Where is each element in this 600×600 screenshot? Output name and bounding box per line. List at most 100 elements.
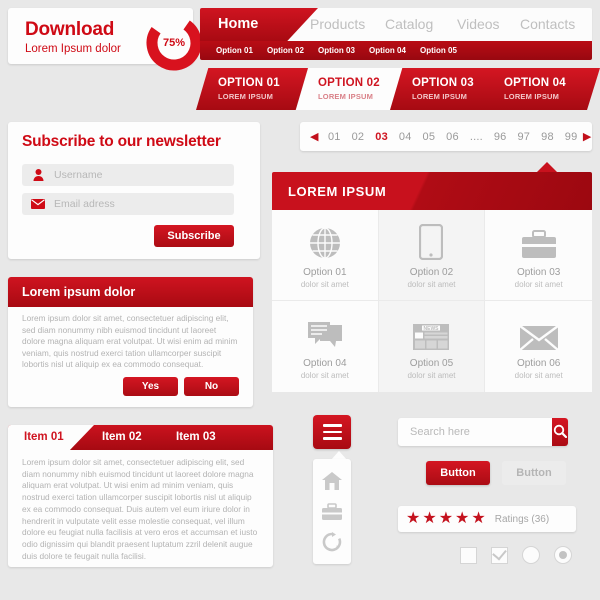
- ribbon-segment-option-02[interactable]: OPTION 02 LOREM IPSUM: [296, 68, 408, 110]
- nav-item-catalog[interactable]: Catalog: [385, 8, 433, 41]
- subnav-item-option-03[interactable]: Option 03: [318, 41, 355, 60]
- page-number-98[interactable]: 98: [541, 131, 554, 143]
- checkbox-unchecked[interactable]: [460, 546, 477, 564]
- briefcase-icon: [521, 222, 557, 260]
- feature-grid-card: LOREM IPSUM Option 01 dolor sit amet Opt…: [272, 162, 592, 400]
- nav-item-contacts[interactable]: Contacts: [520, 8, 575, 41]
- tab-body-text: Lorem ipsum dolor sit amet, consectetuer…: [22, 457, 258, 561]
- svg-text:NEWS: NEWS: [424, 326, 440, 332]
- grid-cell-option-01[interactable]: Option 01 dolor sit amet: [272, 210, 379, 301]
- ribbon-segment-option-04[interactable]: OPTION 04 LOREM IPSUM: [482, 68, 600, 110]
- radio-dot-icon: [559, 551, 567, 559]
- page-number-05[interactable]: 05: [423, 131, 436, 143]
- tab-item-01[interactable]: Item 01: [24, 425, 64, 450]
- star-icon[interactable]: ★: [406, 511, 420, 527]
- star-icon[interactable]: ★: [422, 511, 436, 527]
- grid-cell-option-04[interactable]: Option 04 dolor sit amet: [272, 301, 379, 392]
- subnav-item-option-02[interactable]: Option 02: [267, 41, 304, 60]
- nav-item-home[interactable]: Home: [218, 8, 258, 41]
- search-icon: [553, 424, 568, 441]
- newsletter-title: Subscribe to our newsletter: [22, 133, 221, 150]
- page-number-99[interactable]: 99: [565, 131, 578, 143]
- grid-cell-title: Option 03: [516, 266, 561, 278]
- grid-header: LOREM IPSUM: [272, 172, 592, 210]
- ribbon-title: OPTION 04: [504, 77, 566, 89]
- ribbon-title: OPTION 03: [412, 77, 474, 89]
- gauge-percent-label: 75%: [162, 37, 186, 49]
- subnav-item-option-04[interactable]: Option 04: [369, 41, 406, 60]
- user-icon: [22, 169, 54, 181]
- page-ellipsis: ....: [469, 130, 483, 143]
- grid-cell-subtitle: dolor sit amet: [514, 371, 563, 380]
- ribbon-segment-option-01[interactable]: OPTION 01 LOREM IPSUM: [196, 68, 308, 110]
- primary-button[interactable]: Button: [426, 461, 490, 485]
- grid-cell-subtitle: dolor sit amet: [407, 279, 456, 289]
- grid-cell-subtitle: dolor sit amet: [300, 371, 349, 380]
- briefcase-icon[interactable]: [321, 502, 343, 521]
- subscribe-button[interactable]: Subscribe: [154, 225, 234, 247]
- nav-item-products[interactable]: Products: [310, 8, 365, 41]
- page-number-96[interactable]: 96: [494, 131, 507, 143]
- grid-cell-option-03[interactable]: Option 03 dolor sit amet: [485, 210, 592, 301]
- tab-item-03[interactable]: Item 03: [176, 425, 216, 450]
- download-card: Download Lorem Ipsum dolor 75%: [8, 8, 202, 71]
- dialog-header: Lorem ipsum dolor: [8, 277, 253, 307]
- hamburger-menu-icon[interactable]: [313, 415, 351, 449]
- page-number-04[interactable]: 04: [399, 131, 412, 143]
- page-number-97[interactable]: 97: [517, 131, 530, 143]
- star-icon[interactable]: ★: [455, 511, 469, 527]
- icon-column: [313, 459, 351, 564]
- option-ribbon: OPTION 01 LOREM IPSUM OPTION 02 LOREM IP…: [196, 68, 600, 110]
- radio-unselected[interactable]: [522, 546, 540, 564]
- grid-cell-title: Option 04: [303, 358, 347, 369]
- search-button[interactable]: [552, 418, 568, 446]
- ratings-widget: ★ ★ ★ ★ ★ Ratings (36): [398, 506, 576, 532]
- nav-subbar: Option 01 Option 02 Option 03 Option 04 …: [200, 41, 592, 60]
- search-input[interactable]: [410, 426, 552, 438]
- refresh-icon[interactable]: [322, 532, 342, 552]
- star-icon[interactable]: ★: [439, 511, 453, 527]
- triangle-left-icon[interactable]: ◀: [310, 130, 318, 143]
- dialog-no-button[interactable]: No: [184, 377, 239, 396]
- dialog-body-text: Lorem ipsum dolor sit amet, consectetuer…: [22, 313, 238, 370]
- ribbon-title: OPTION 02: [318, 77, 380, 89]
- grid-cell-subtitle: dolor sit amet: [300, 279, 349, 289]
- page-number-02[interactable]: 02: [352, 131, 365, 143]
- username-placeholder: Username: [54, 169, 103, 181]
- username-field[interactable]: Username: [22, 164, 234, 186]
- page-number-01[interactable]: 01: [328, 131, 341, 143]
- grid-cell-option-02[interactable]: Option 02 dolor sit amet: [378, 210, 486, 301]
- grid-cell-option-05[interactable]: NEWS Option 05 dolor sit amet: [378, 301, 486, 392]
- ribbon-subtitle: LOREM IPSUM: [504, 92, 560, 101]
- smartphone-icon: [419, 222, 444, 260]
- page-number-03-current[interactable]: 03: [375, 131, 388, 143]
- nav-bar: Home Products Catalog Videos Contacts: [200, 8, 592, 41]
- dialog-yes-button[interactable]: Yes: [123, 377, 178, 396]
- star-icon[interactable]: ★: [471, 511, 485, 527]
- email-field[interactable]: Email adress: [22, 193, 234, 215]
- radio-selected[interactable]: [554, 546, 572, 564]
- page-number-06[interactable]: 06: [446, 131, 459, 143]
- ui-kit-canvas: Download Lorem Ipsum dolor 75% Home Prod…: [0, 0, 600, 600]
- triangle-right-icon[interactable]: ▶: [583, 130, 591, 143]
- secondary-button[interactable]: Button: [502, 461, 566, 485]
- download-title: Download: [25, 19, 115, 40]
- nav-item-videos[interactable]: Videos: [457, 8, 500, 41]
- subnav-item-option-05[interactable]: Option 05: [420, 41, 457, 60]
- chat-bubbles-icon: [306, 313, 344, 351]
- grid-cell-option-06[interactable]: Option 06 dolor sit amet: [485, 301, 592, 392]
- grid-cell-title: Option 05: [409, 358, 454, 369]
- newspaper-icon: NEWS: [412, 313, 450, 351]
- grid-cell-title: Option 02: [409, 266, 454, 278]
- subnav-item-option-01[interactable]: Option 01: [216, 41, 253, 60]
- ribbon-subtitle: LOREM IPSUM: [218, 92, 274, 101]
- tab-item-02[interactable]: Item 02: [102, 425, 142, 450]
- ratings-label: Ratings (36): [494, 513, 550, 525]
- tabs-card: Item 01 Item 02 Item 03 Lorem ipsum dolo…: [8, 425, 273, 567]
- envelope-icon: [22, 199, 54, 209]
- checkbox-checked[interactable]: [491, 545, 508, 564]
- home-icon[interactable]: [321, 471, 343, 491]
- check-icon: [492, 545, 507, 560]
- toggle-controls: [460, 544, 576, 566]
- newsletter-card: Subscribe to our newsletter Username Ema…: [8, 122, 260, 259]
